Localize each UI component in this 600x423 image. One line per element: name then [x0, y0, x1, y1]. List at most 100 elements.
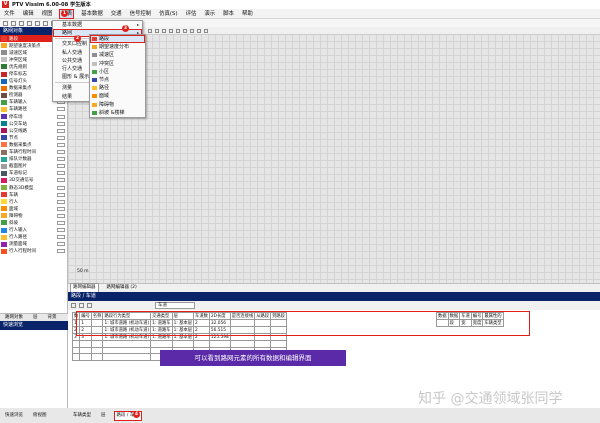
- annotation-caption: 可以看到路网元素的所有数据和编辑界面: [160, 350, 346, 366]
- play-icon[interactable]: [43, 20, 48, 26]
- menu-item[interactable]: 演示: [203, 10, 216, 18]
- visibility-toggle[interactable]: [57, 114, 65, 119]
- visibility-toggle[interactable]: [57, 192, 65, 197]
- list-tab[interactable]: 层: [99, 412, 108, 420]
- network-object-label: 检测器: [9, 93, 23, 99]
- network-object-item[interactable]: 行人: [0, 198, 67, 205]
- network-object-item[interactable]: 障碍物: [0, 212, 67, 219]
- visibility-toggle[interactable]: [57, 150, 65, 155]
- visibility-toggle[interactable]: [57, 213, 65, 218]
- network-object-item[interactable]: 行人行程时间: [0, 248, 67, 255]
- new-icon[interactable]: [19, 20, 24, 26]
- visibility-toggle[interactable]: [57, 235, 65, 240]
- network-object-item[interactable]: 停车场: [0, 113, 67, 120]
- select-icon[interactable]: [148, 28, 152, 33]
- visibility-toggle[interactable]: [57, 171, 65, 176]
- network-submenu-item[interactable]: 减速区: [90, 51, 145, 59]
- network-submenu-item[interactable]: 冲突区: [90, 60, 145, 68]
- open-icon[interactable]: [27, 20, 32, 26]
- visibility-toggle[interactable]: [57, 206, 65, 211]
- layer-icon[interactable]: [197, 28, 201, 33]
- visibility-toggle[interactable]: [57, 228, 65, 233]
- network-object-item[interactable]: 车道标记: [0, 170, 67, 177]
- network-submenu-item[interactable]: 面域: [90, 92, 145, 100]
- visibility-toggle[interactable]: [57, 242, 65, 247]
- network-object-item[interactable]: 面域: [0, 205, 67, 212]
- object-type-icon: [92, 110, 97, 115]
- object-type-icon: [1, 177, 7, 183]
- network-object-item[interactable]: 静态3D模型: [0, 184, 67, 191]
- network-object-item[interactable]: 数据采集点: [0, 141, 67, 148]
- list-tab[interactable]: 车辆类型: [71, 412, 93, 420]
- network-object-item[interactable]: 车辆行程时间: [0, 149, 67, 156]
- visibility-toggle[interactable]: [57, 121, 65, 126]
- network-object-label: 行人输入: [9, 228, 27, 234]
- network-object-item[interactable]: 车辆: [0, 191, 67, 198]
- object-type-icon: [1, 78, 7, 84]
- network-object-item[interactable]: 公交车站: [0, 120, 67, 127]
- visibility-toggle[interactable]: [57, 107, 65, 112]
- network-submenu-item[interactable]: 节点: [90, 76, 145, 84]
- undo-icon[interactable]: [3, 20, 8, 26]
- visibility-toggle[interactable]: [57, 249, 65, 254]
- redo-icon[interactable]: [11, 20, 16, 26]
- visibility-toggle[interactable]: [57, 157, 65, 162]
- network-object-item[interactable]: 行人输入: [0, 227, 67, 234]
- menu-item[interactable]: 基本数据: [80, 10, 104, 18]
- quick-view-tab[interactable]: 俯视图: [31, 412, 49, 420]
- network-object-label: 公交车站: [9, 121, 27, 127]
- network-object-item[interactable]: 测量面域: [0, 241, 67, 248]
- network-submenu-item[interactable]: 障碍物: [90, 101, 145, 109]
- 3d-icon[interactable]: [190, 28, 194, 33]
- list-layout-icon[interactable]: [71, 303, 76, 308]
- network-object-label: 路段: [9, 36, 18, 42]
- list-filter-icon[interactable]: [79, 303, 84, 308]
- relation-selector[interactable]: 车道: [155, 302, 195, 309]
- network-submenu-item[interactable]: 路段: [90, 35, 145, 44]
- menu-item[interactable]: 评估: [185, 10, 198, 18]
- screenshot-icon[interactable]: [204, 28, 208, 33]
- menu-item[interactable]: 帮助: [241, 10, 254, 18]
- network-object-item[interactable]: 截面图片: [0, 163, 67, 170]
- visibility-toggle[interactable]: [57, 178, 65, 183]
- save-icon[interactable]: [35, 20, 40, 26]
- network-submenu-item[interactable]: 期望速度分布: [90, 43, 145, 51]
- menu-item[interactable]: 交通: [110, 10, 123, 18]
- network-submenu-item[interactable]: 小区: [90, 68, 145, 76]
- visibility-toggle[interactable]: [57, 199, 65, 204]
- zoom-out-icon[interactable]: [162, 28, 166, 33]
- visibility-toggle[interactable]: [57, 135, 65, 140]
- network-editor-canvas[interactable]: [68, 27, 600, 283]
- menu-item[interactable]: 视图: [41, 10, 54, 18]
- network-object-item[interactable]: 节点: [0, 134, 67, 141]
- step-badge-3: 3: [122, 25, 129, 32]
- network-object-item[interactable]: 车辆路径: [0, 106, 67, 113]
- list-sort-icon[interactable]: [87, 303, 92, 308]
- pan-icon[interactable]: [169, 28, 173, 33]
- visibility-toggle[interactable]: [57, 128, 65, 133]
- network-submenu-item-label: 节点: [99, 76, 110, 83]
- object-type-icon: [1, 227, 7, 233]
- network-object-item[interactable]: 斜坡: [0, 219, 67, 226]
- network-submenu-item[interactable]: 斜坡 &楼梯: [90, 109, 145, 117]
- menu-item[interactable]: 脚本: [222, 10, 235, 18]
- visibility-toggle[interactable]: [57, 185, 65, 190]
- menu-item[interactable]: 仿真(S): [158, 10, 178, 18]
- zoom-in-icon[interactable]: [155, 28, 159, 33]
- network-object-item[interactable]: 排队计数器: [0, 156, 67, 163]
- visibility-toggle[interactable]: [57, 164, 65, 169]
- visibility-toggle[interactable]: [57, 220, 65, 225]
- fit-icon[interactable]: [176, 28, 180, 33]
- network-object-item[interactable]: 行人路径: [0, 234, 67, 241]
- network-editor-tab[interactable]: 路网编辑器 (2): [105, 284, 139, 292]
- menu-item[interactable]: 文件: [3, 10, 16, 18]
- menu-item[interactable]: 编辑: [22, 10, 35, 18]
- network-submenu-item[interactable]: 路径: [90, 84, 145, 92]
- visibility-toggle[interactable]: [57, 142, 65, 147]
- quick-view-tab[interactable]: 快速浏览: [3, 412, 25, 420]
- network-object-item[interactable]: 公交线路: [0, 127, 67, 134]
- grid-icon[interactable]: [183, 28, 187, 33]
- empty-cell: [90, 353, 104, 361]
- network-object-item[interactable]: 3D交通信号: [0, 177, 67, 184]
- menu-item[interactable]: 信号控制: [129, 10, 153, 18]
